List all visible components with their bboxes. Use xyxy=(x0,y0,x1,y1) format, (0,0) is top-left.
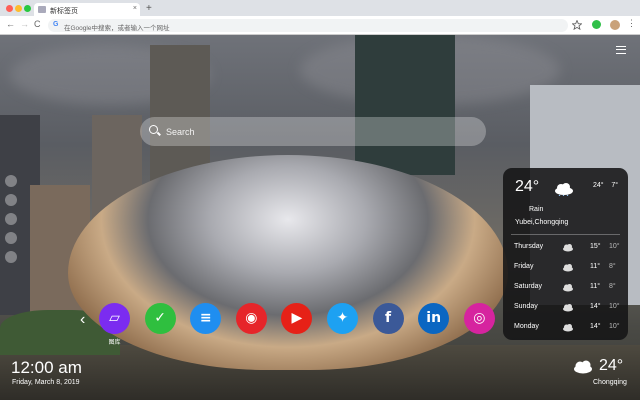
app-label: 图库 xyxy=(108,340,121,346)
forecast-low: 10° xyxy=(609,323,620,330)
current-temperature: 24° xyxy=(515,178,540,195)
forecast-day: Friday xyxy=(514,263,534,270)
forecast-day: Sunday xyxy=(514,303,538,310)
forecast-row: Friday 11° 8° xyxy=(514,263,620,277)
forecast-high: 15° xyxy=(590,243,601,250)
tab-strip: 新标签页 × + xyxy=(0,0,640,16)
new-tab-button[interactable]: + xyxy=(146,3,152,14)
extension-icon[interactable] xyxy=(592,20,601,29)
rain-cloud-icon xyxy=(555,183,573,196)
gallery-icon: ▱ xyxy=(109,310,120,326)
maximize-window-icon[interactable] xyxy=(24,5,31,12)
forecast-low: 8° xyxy=(609,283,616,290)
cloud-icon xyxy=(563,284,573,292)
side-shortcut-icon[interactable] xyxy=(5,175,17,187)
mini-weather-temperature: 24° xyxy=(599,357,624,374)
dock-prev-arrow-icon[interactable]: ‹ xyxy=(80,311,85,329)
building xyxy=(355,35,455,175)
browser-toolbar: ← → C G 在Google中搜索，或者输入一个网址 ⋮ xyxy=(0,16,640,35)
facebook-icon: f xyxy=(385,310,392,326)
instagram-icon: ◎ xyxy=(473,310,486,326)
forecast-high: 11° xyxy=(590,263,601,270)
linkedin-icon: in xyxy=(426,310,442,326)
clock-date: Friday, March 8, 2019 xyxy=(12,379,80,386)
cloud-icon xyxy=(563,304,573,312)
profile-avatar[interactable] xyxy=(610,20,620,30)
clock-time: 12:00 am xyxy=(11,358,82,377)
app-linkedin[interactable]: in xyxy=(418,303,450,334)
forecast-high: 11° xyxy=(590,283,601,290)
cloud-icon xyxy=(563,324,573,332)
forecast-low: 8° xyxy=(609,263,616,270)
weather-location: Yubei,Chongqing xyxy=(515,219,569,226)
side-shortcut-icon[interactable] xyxy=(5,232,17,244)
bookmark-star-icon[interactable] xyxy=(572,20,582,30)
search-bar[interactable] xyxy=(140,117,486,146)
hamburger-menu-icon[interactable] xyxy=(616,46,626,54)
cloud-icon xyxy=(563,244,573,252)
close-window-icon[interactable] xyxy=(6,5,13,12)
app-gallery[interactable]: ▱ 图库 xyxy=(99,303,130,346)
forecast-day: Monday xyxy=(514,323,539,330)
app-weibo[interactable]: ◉ xyxy=(235,303,267,334)
cloud-icon xyxy=(563,264,573,272)
app-youtube[interactable]: ▶ xyxy=(281,303,313,334)
low-temperature: 7° xyxy=(611,182,619,189)
side-shortcut-icon[interactable] xyxy=(5,213,17,225)
weibo-icon: ◉ xyxy=(245,310,258,326)
forward-button[interactable]: → xyxy=(20,19,29,29)
app-tasks[interactable]: ✓ xyxy=(144,303,176,334)
divider xyxy=(511,234,620,235)
forecast-high: 14° xyxy=(590,323,601,330)
cloud-icon xyxy=(574,360,592,374)
tab-close-icon[interactable]: × xyxy=(133,5,137,12)
twitter-icon: ✦ xyxy=(336,310,349,326)
forecast-day: Saturday xyxy=(514,283,543,290)
omnibox[interactable]: G 在Google中搜索，或者输入一个网址 xyxy=(48,19,568,32)
notes-icon: ≡ xyxy=(199,310,212,326)
side-shortcuts xyxy=(5,175,19,270)
omnibox-placeholder: 在Google中搜索，或者输入一个网址 xyxy=(64,25,170,32)
app-notes[interactable]: ≡ xyxy=(190,303,222,334)
tab-new-tab[interactable]: 新标签页 × xyxy=(34,3,140,16)
high-low: 24° 7° xyxy=(593,182,618,189)
forecast-row: Monday 14° 10° xyxy=(514,323,620,337)
minimize-window-icon[interactable] xyxy=(15,5,22,12)
tab-favicon-icon xyxy=(38,6,46,13)
search-input[interactable] xyxy=(164,124,468,140)
forecast-row: Saturday 11° 8° xyxy=(514,283,620,297)
forecast-row: Thursday 15° 10° xyxy=(514,243,620,257)
tab-title: 新标签页 xyxy=(50,8,78,15)
forecast-low: 10° xyxy=(609,303,620,310)
weather-panel: 24° 24° 7° Rain Yubei,Chongqing Thursday… xyxy=(503,168,628,340)
side-shortcut-icon[interactable] xyxy=(5,194,17,206)
app-dock: ‹ ▱ 图库 ✓ ≡ ◉ ▶ ✦ f in ◎ xyxy=(80,303,500,346)
forecast-day: Thursday xyxy=(514,243,544,250)
high-temperature: 24° xyxy=(593,182,604,189)
app-twitter[interactable]: ✦ xyxy=(327,303,358,334)
back-button[interactable]: ← xyxy=(6,19,15,29)
app-instagram[interactable]: ◎ xyxy=(463,303,495,334)
tasks-icon: ✓ xyxy=(154,310,166,326)
browser-menu-icon[interactable]: ⋮ xyxy=(627,18,636,29)
youtube-icon: ▶ xyxy=(291,310,303,326)
google-icon: G xyxy=(53,21,59,28)
mini-weather-city: Chongqing xyxy=(593,379,627,386)
forecast-high: 14° xyxy=(590,303,601,310)
browser-chrome: 新标签页 × + ← → C G 在Google中搜索，或者输入一个网址 ⋮ xyxy=(0,0,640,35)
weather-condition: Rain xyxy=(529,206,544,213)
forecast-row: Sunday 14° 10° xyxy=(514,303,620,317)
forecast-low: 10° xyxy=(609,243,620,250)
search-icon xyxy=(149,125,158,134)
reload-button[interactable]: C xyxy=(34,19,41,29)
side-shortcut-icon[interactable] xyxy=(5,251,17,263)
app-facebook[interactable]: f xyxy=(372,303,404,334)
